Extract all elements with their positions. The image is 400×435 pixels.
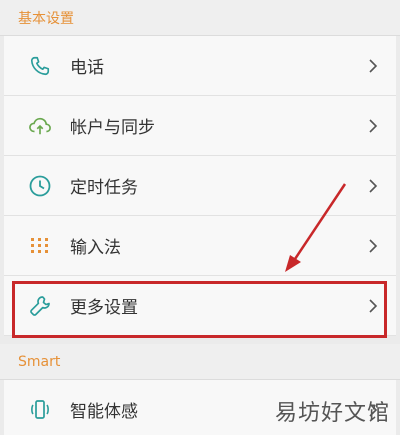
settings-item-label: 帐户与同步 xyxy=(70,118,155,138)
settings-item-label: 输入法 xyxy=(70,238,121,258)
settings-item-scheduled-tasks[interactable]: 定时任务 xyxy=(4,156,396,216)
phone-icon xyxy=(26,52,54,80)
chevron-right-icon xyxy=(366,297,380,315)
basic-settings-list: 电话 帐户与同步 定时任务 输入法 更多设置 xyxy=(4,36,396,336)
section-header-basic: 基本设置 xyxy=(0,0,400,36)
motion-phone-icon xyxy=(26,396,54,424)
clock-icon xyxy=(26,172,54,200)
settings-item-label: 更多设置 xyxy=(70,298,138,318)
chevron-right-icon xyxy=(366,117,380,135)
chevron-right-icon xyxy=(366,177,380,195)
settings-item-label: 电话 xyxy=(70,58,104,78)
keypad-icon xyxy=(26,232,54,260)
chevron-right-icon xyxy=(366,237,380,255)
settings-item-label: 定时任务 xyxy=(70,178,138,198)
cloud-sync-icon xyxy=(26,112,54,140)
wrench-icon xyxy=(26,292,54,320)
watermark-text: 易坊好文馆 xyxy=(274,401,390,426)
chevron-right-icon xyxy=(366,57,380,75)
settings-item-more-settings[interactable]: 更多设置 xyxy=(4,276,396,336)
settings-item-accounts-sync[interactable]: 帐户与同步 xyxy=(4,96,396,156)
settings-screen: 基本设置 电话 帐户与同步 定时任务 输入法 更多设置 Smart 智能体感 xyxy=(0,0,400,435)
section-header-smart: Smart xyxy=(0,344,400,380)
settings-item-phone[interactable]: 电话 xyxy=(4,36,396,96)
settings-item-input-method[interactable]: 输入法 xyxy=(4,216,396,276)
